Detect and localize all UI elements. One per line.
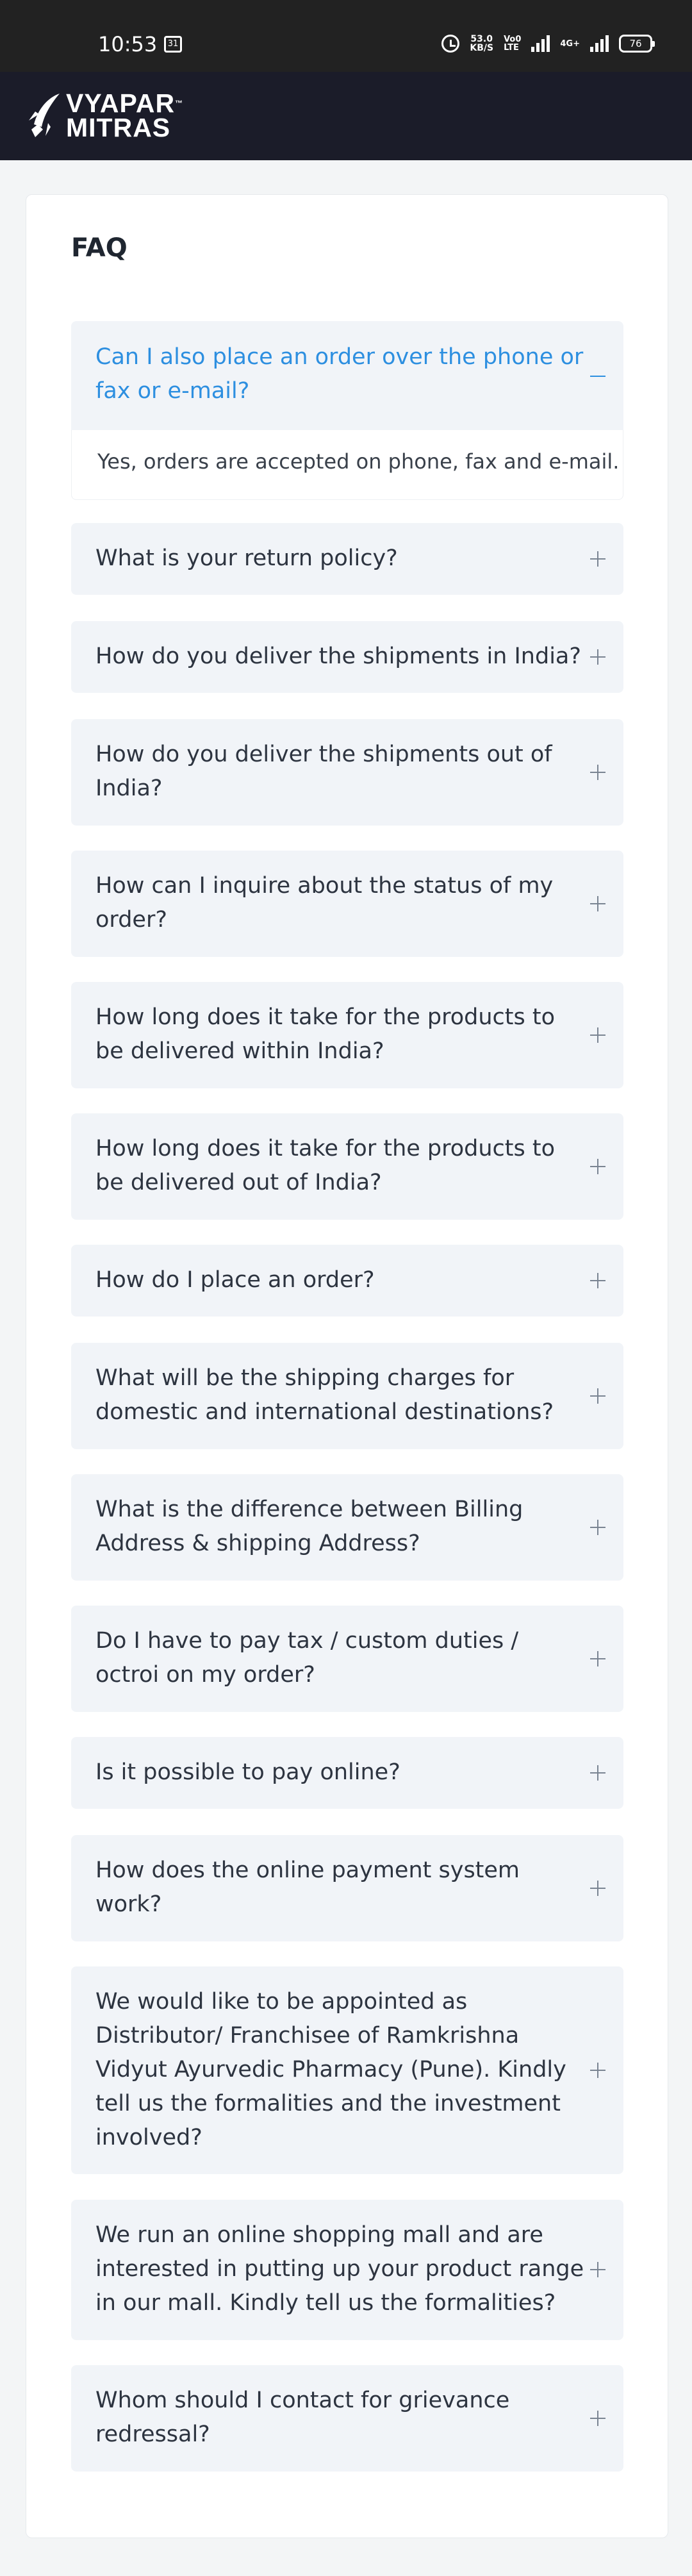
faq-question: How does the online payment system work? xyxy=(95,1857,520,1917)
faq-item[interactable]: What will be the shipping charges for do… xyxy=(71,1343,623,1449)
faq-question: Can I also place an order over the phone… xyxy=(95,344,584,404)
plus-icon[interactable] xyxy=(590,2411,606,2426)
plus-icon[interactable] xyxy=(590,765,606,780)
faq-item[interactable]: We would like to be appointed as Distrib… xyxy=(71,1966,623,2174)
faq-item[interactable]: Do I have to pay tax / custom duties / o… xyxy=(71,1606,623,1712)
plus-icon[interactable] xyxy=(590,1273,606,1288)
faq-question: How long does it take for the products t… xyxy=(95,1004,556,1064)
faq-card: FAQ Can I also place an order over the p… xyxy=(26,194,668,2538)
faq-item[interactable]: How long does it take for the products t… xyxy=(71,1113,623,1220)
plus-icon[interactable] xyxy=(590,1520,606,1535)
status-icons: 53.0 KB/S Vo0 LTE 4G+ 76 xyxy=(441,35,655,53)
faq-item[interactable]: How can I inquire about the status of my… xyxy=(71,851,623,957)
faq-item[interactable]: Can I also place an order over the phone… xyxy=(71,321,623,430)
faq-item[interactable]: What is the difference between Billing A… xyxy=(71,1474,623,1581)
faq-item[interactable]: How do you deliver the shipments out of … xyxy=(71,719,623,826)
faq-question: Do I have to pay tax / custom duties / o… xyxy=(95,1628,519,1688)
faq-item[interactable]: How do I place an order? xyxy=(71,1245,623,1317)
network-type: 4G+ xyxy=(560,38,580,49)
plus-icon[interactable] xyxy=(590,1651,606,1666)
faq-question: Whom should I contact for grievance redr… xyxy=(95,2388,510,2447)
plus-icon[interactable] xyxy=(590,896,606,911)
plus-icon[interactable] xyxy=(590,1765,606,1781)
faq-item[interactable]: How long does it take for the products t… xyxy=(71,982,623,1088)
site-header: VYAPAR™ MITRAS xyxy=(0,72,692,160)
faq-answer: Yes, orders are accepted on phone, fax a… xyxy=(71,430,623,500)
calendar-icon: 31 xyxy=(164,36,182,53)
faq-question: How do you deliver the shipments out of … xyxy=(95,742,552,801)
battery-icon: 76 xyxy=(619,35,655,53)
plus-icon[interactable] xyxy=(590,1881,606,1896)
page-title: FAQ xyxy=(71,233,128,263)
plus-icon[interactable] xyxy=(590,1159,606,1174)
faq-item[interactable]: Whom should I contact for grievance redr… xyxy=(71,2365,623,2472)
faq-item[interactable]: How does the online payment system work? xyxy=(71,1835,623,1941)
faq-question: We would like to be appointed as Distrib… xyxy=(95,1989,566,2150)
logo-tm: ™ xyxy=(175,99,184,108)
faq-item[interactable]: We run an online shopping mall and are i… xyxy=(71,2200,623,2340)
faq-item[interactable]: Is it possible to pay online? xyxy=(71,1737,623,1809)
logo-line2: MITRAS xyxy=(66,113,171,142)
plus-icon[interactable] xyxy=(590,2063,606,2078)
faq-question: How do you deliver the shipments in Indi… xyxy=(95,644,581,669)
faq-question: How can I inquire about the status of my… xyxy=(95,873,554,933)
faq-question: What will be the shipping charges for do… xyxy=(95,1365,554,1425)
network-speed-unit: KB/S xyxy=(470,43,494,53)
network-speed: 53.0 KB/S xyxy=(470,35,493,53)
volte-bottom: LTE xyxy=(504,43,519,53)
volte-indicator: Vo0 LTE xyxy=(504,35,521,52)
faq-item[interactable]: What is your return policy? xyxy=(71,523,623,595)
rocket-icon xyxy=(29,94,60,137)
logo-text: VYAPAR™ MITRAS xyxy=(66,90,184,142)
alarm-icon xyxy=(441,35,460,53)
faq-question: What is the difference between Billing A… xyxy=(95,1497,523,1556)
faq-item[interactable]: How do you deliver the shipments in Indi… xyxy=(71,621,623,693)
faq-question: We run an online shopping mall and are i… xyxy=(95,2222,584,2316)
faq-question: Is it possible to pay online? xyxy=(95,1759,400,1785)
plus-icon[interactable] xyxy=(590,649,606,665)
faq-question: How do I place an order? xyxy=(95,1267,375,1293)
plus-icon[interactable] xyxy=(590,1388,606,1404)
minus-icon[interactable] xyxy=(590,363,606,379)
status-time: 10:53 xyxy=(98,32,158,56)
faq-question: What is your return policy? xyxy=(95,545,398,571)
plus-icon[interactable] xyxy=(590,1027,606,1043)
faq-question: How long does it take for the products t… xyxy=(95,1136,556,1195)
plus-icon[interactable] xyxy=(590,2262,606,2277)
status-bar: 10:53 31 53.0 KB/S Vo0 LTE 4G+ 76 xyxy=(0,0,692,72)
signal-icon xyxy=(531,35,550,52)
faq-answer-text: Yes, orders are accepted on phone, fax a… xyxy=(97,449,620,474)
plus-icon[interactable] xyxy=(590,551,606,567)
signal-icon-2 xyxy=(590,35,609,52)
site-logo[interactable]: VYAPAR™ MITRAS xyxy=(29,90,184,142)
